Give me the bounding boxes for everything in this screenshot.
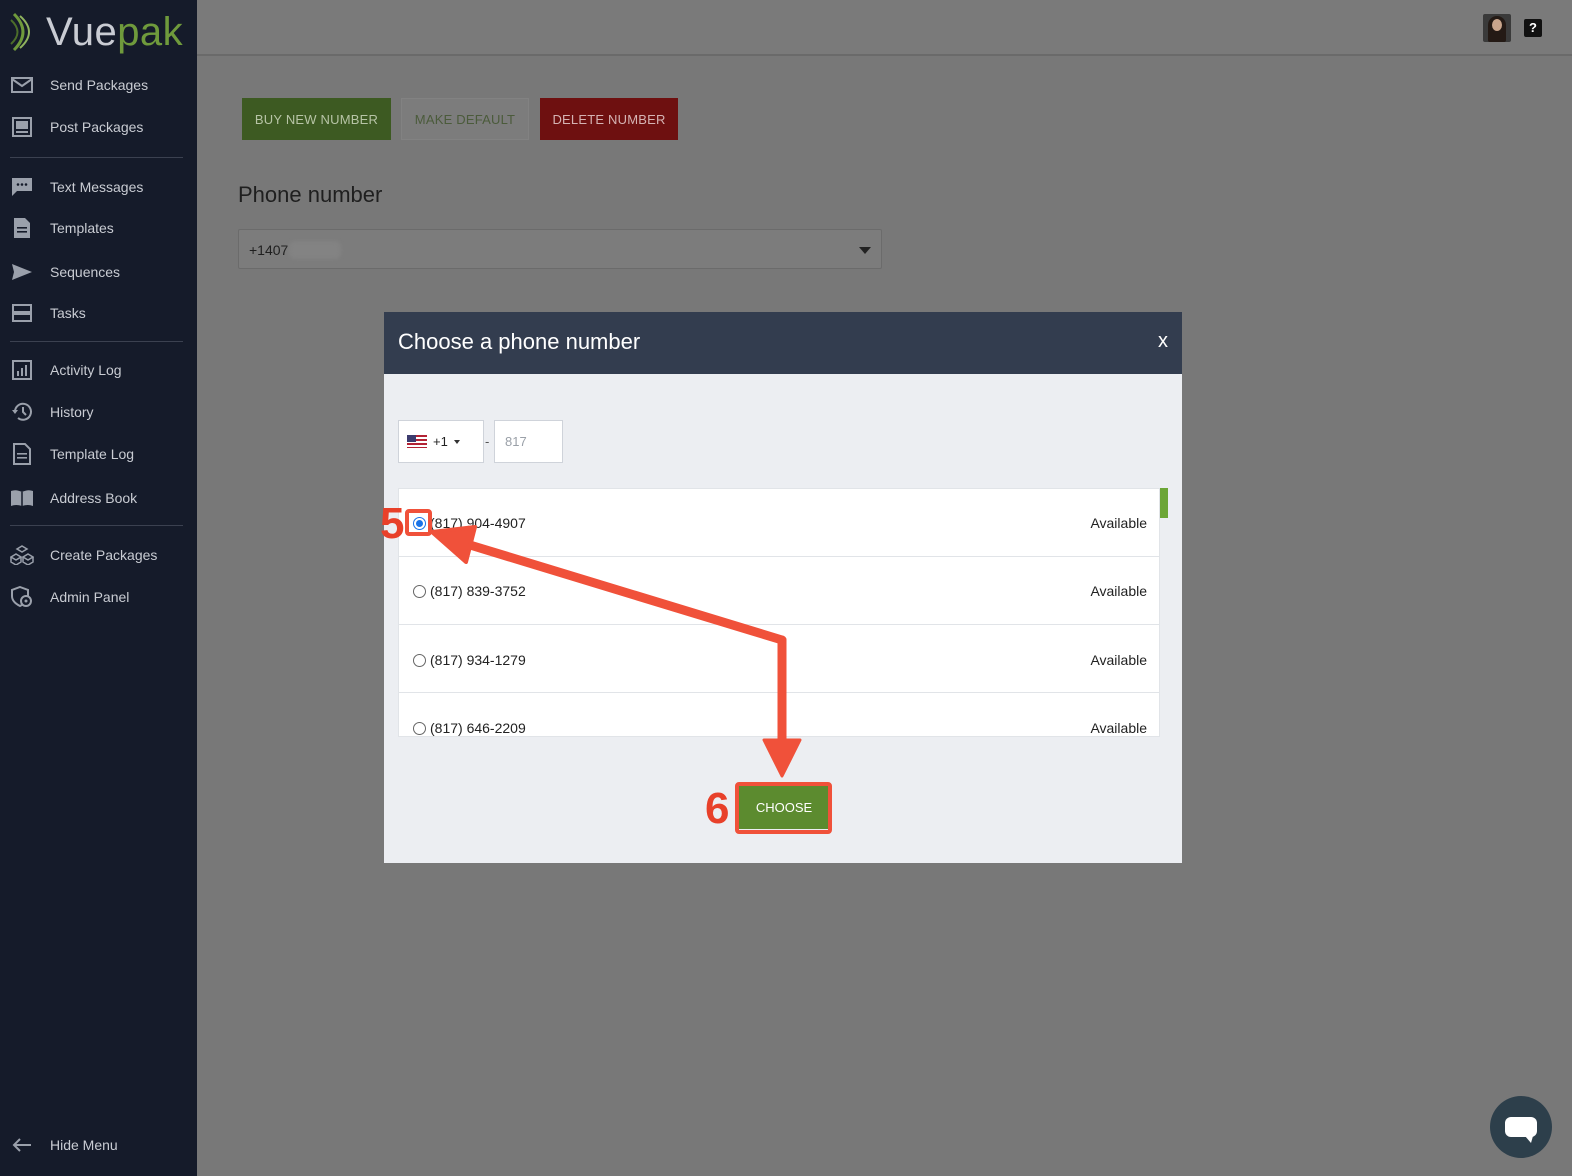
annotation-arrows	[430, 525, 802, 778]
step5-label: 5	[380, 499, 405, 548]
step6-highlight	[735, 782, 832, 834]
step6-label: 6	[705, 784, 730, 833]
chat-launcher-button[interactable]	[1490, 1096, 1552, 1158]
chat-bubble-icon	[1505, 1117, 1537, 1143]
step5-highlight	[405, 509, 432, 536]
